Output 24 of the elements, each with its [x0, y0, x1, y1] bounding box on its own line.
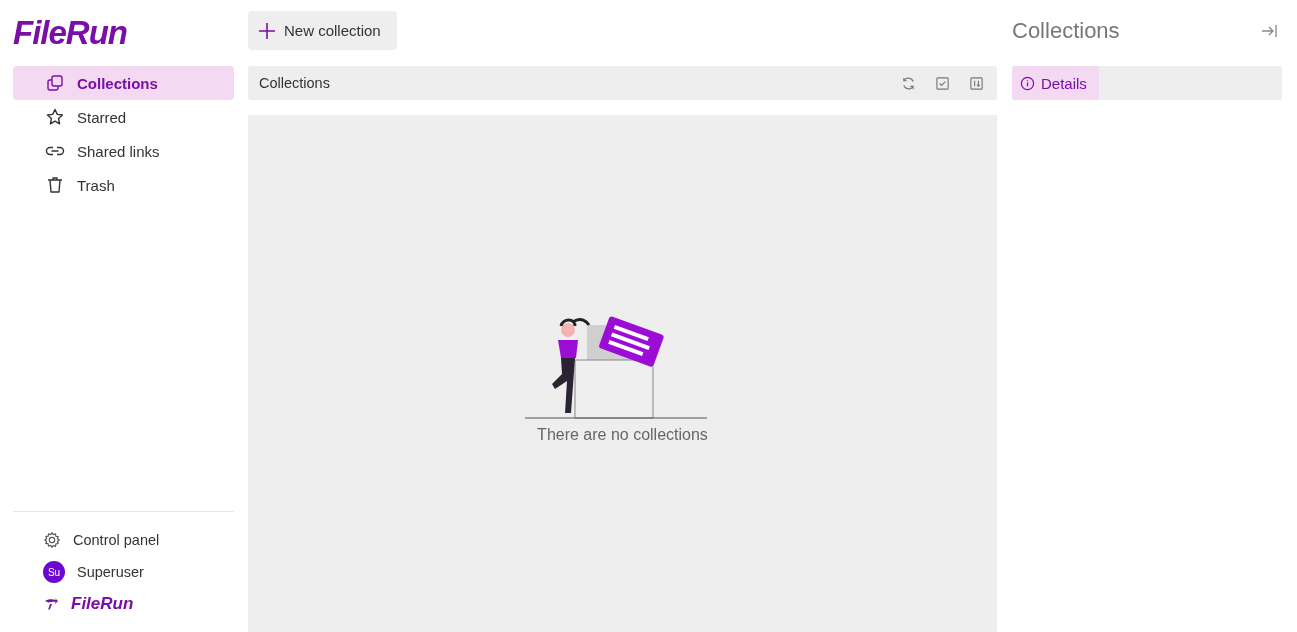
sidebar-item[interactable]: Trash — [13, 168, 234, 202]
breadcrumb[interactable]: Collections — [259, 75, 887, 91]
checkbox-icon[interactable] — [934, 75, 950, 91]
refresh-icon[interactable] — [900, 75, 916, 91]
sidebar-item[interactable]: Collections — [13, 66, 234, 100]
brand-name: FileRun — [71, 594, 134, 614]
details-tab[interactable]: Details — [1012, 66, 1099, 100]
app-logo: FileRun — [13, 13, 127, 53]
plus-icon — [258, 21, 276, 40]
user-avatar[interactable]: Su — [43, 561, 65, 583]
collections-icon — [45, 73, 65, 93]
trash-icon — [45, 175, 65, 195]
columns-icon[interactable] — [968, 75, 984, 91]
panel-title: Collections — [1012, 17, 1121, 44]
gear-icon — [43, 531, 61, 549]
sidebar-item[interactable]: Shared links — [13, 134, 234, 168]
info-icon — [1020, 75, 1035, 91]
star-icon — [45, 107, 65, 127]
empty-message: There are no collections — [537, 426, 708, 444]
sidebar-item[interactable]: Starred — [13, 100, 234, 134]
logo-icon — [43, 596, 59, 612]
control-panel-link[interactable]: Control panel — [73, 532, 160, 548]
new-collection-button[interactable]: New collection — [248, 11, 397, 50]
user-name[interactable]: Superuser — [77, 564, 144, 580]
